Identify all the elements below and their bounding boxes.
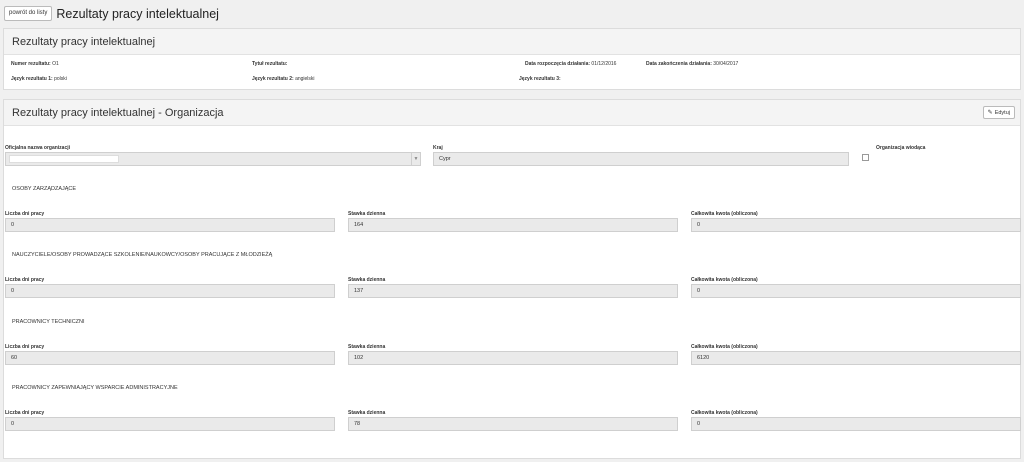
start-date-label: Data rozpoczęcia działania:	[525, 61, 591, 67]
country-field[interactable]: Cypr	[433, 152, 849, 166]
days-field[interactable]: 0	[5, 218, 335, 232]
summary-panel-header: Rezultaty pracy intelektualnej	[4, 29, 1020, 55]
organization-panel: Rezultaty pracy intelektualnej - Organiz…	[3, 99, 1021, 459]
top-bar: powrót do listy Rezultaty pracy intelekt…	[0, 0, 1024, 27]
total-label: Całkowita kwota (obliczona)	[691, 344, 758, 350]
page-title: Rezultaty pracy intelektualnej	[56, 6, 219, 21]
days-label: Liczba dni pracy	[5, 344, 45, 350]
section-title-technical: PRACOWNICY TECHNICZNI	[12, 319, 85, 325]
rate-label: Stawka dzienna	[348, 410, 386, 416]
language-1-value: polski	[54, 76, 67, 82]
total-label: Całkowita kwota (obliczona)	[691, 211, 758, 217]
days-field[interactable]: 0	[5, 284, 335, 298]
org-name-select[interactable]: ▼	[5, 152, 421, 166]
language-2-value: angielski	[295, 76, 315, 82]
result-number-label: Numer rezultatu:	[11, 61, 51, 67]
start-date-value: 01/12/2016	[591, 61, 617, 67]
language-3: Język rezultatu 3:	[519, 76, 561, 82]
edit-button[interactable]: ✎ Edytuj	[982, 106, 1015, 119]
lead-org-label: Organizacja wiodąca	[876, 145, 926, 151]
rate-label: Stawka dzienna	[348, 277, 386, 283]
chevron-down-icon: ▼	[411, 153, 420, 165]
end-date-value: 30/04/2017	[713, 61, 739, 67]
language-2: Język rezultatu 2: angielski	[252, 76, 315, 82]
language-3-label: Język rezultatu 3:	[519, 76, 561, 82]
total-field[interactable]: 0	[691, 218, 1021, 232]
total-field[interactable]: 0	[691, 284, 1021, 298]
lead-org-checkbox[interactable]	[862, 154, 869, 161]
rate-field[interactable]: 78	[348, 417, 678, 431]
rate-label: Stawka dzienna	[348, 344, 386, 350]
rate-field[interactable]: 102	[348, 351, 678, 365]
summary-panel: Rezultaty pracy intelektualnej Numer rez…	[3, 28, 1021, 90]
rate-field[interactable]: 164	[348, 218, 678, 232]
days-label: Liczba dni pracy	[5, 211, 45, 217]
org-name-value	[9, 155, 119, 163]
organization-panel-header: Rezultaty pracy intelektualnej - Organiz…	[4, 100, 1020, 126]
org-name-label: Oficjalna nazwa organizacji	[5, 145, 71, 151]
language-1: Język rezultatu 1: polski	[11, 76, 67, 82]
section-title-management: OSOBY ZARZĄDZAJĄCE	[12, 186, 77, 192]
result-title-label: Tytuł rezultatu:	[252, 61, 288, 67]
organization-panel-title: Rezultaty pracy intelektualnej - Organiz…	[12, 106, 224, 119]
result-title: Tytuł rezultatu:	[252, 61, 287, 67]
back-to-list-button[interactable]: powrót do listy	[4, 6, 53, 21]
language-2-label: Język rezultatu 2:	[252, 76, 294, 82]
end-date-label: Data zakończenia działania:	[646, 61, 712, 67]
total-field[interactable]: 6120	[691, 351, 1021, 365]
rate-label: Stawka dzienna	[348, 211, 386, 217]
days-field[interactable]: 0	[5, 417, 335, 431]
end-date: Data zakończenia działania: 30/04/2017	[646, 61, 738, 67]
section-title-teachers: NAUCZYCIELE/OSOBY PROWADZĄCE SZKOLENIE/N…	[12, 252, 273, 258]
start-date: Data rozpoczęcia działania: 01/12/2016	[525, 61, 616, 67]
days-label: Liczba dni pracy	[5, 277, 45, 283]
result-number-value: O1	[52, 61, 59, 67]
days-label: Liczba dni pracy	[5, 410, 45, 416]
total-field[interactable]: 0	[691, 417, 1021, 431]
days-field[interactable]: 60	[5, 351, 335, 365]
edit-button-label: Edytuj	[994, 109, 1010, 116]
language-1-label: Język rezultatu 1:	[11, 76, 53, 82]
total-label: Całkowita kwota (obliczona)	[691, 410, 758, 416]
country-label: Kraj	[433, 145, 443, 151]
rate-field[interactable]: 137	[348, 284, 678, 298]
summary-panel-title: Rezultaty pracy intelektualnej	[12, 35, 156, 48]
total-label: Całkowita kwota (obliczona)	[691, 277, 758, 283]
edit-icon: ✎	[987, 110, 993, 116]
section-title-admin: PRACOWNICY ZAPEWNIAJĄCY WSPARCIE ADMINIS…	[12, 385, 178, 391]
result-number: Numer rezultatu: O1	[11, 61, 59, 67]
